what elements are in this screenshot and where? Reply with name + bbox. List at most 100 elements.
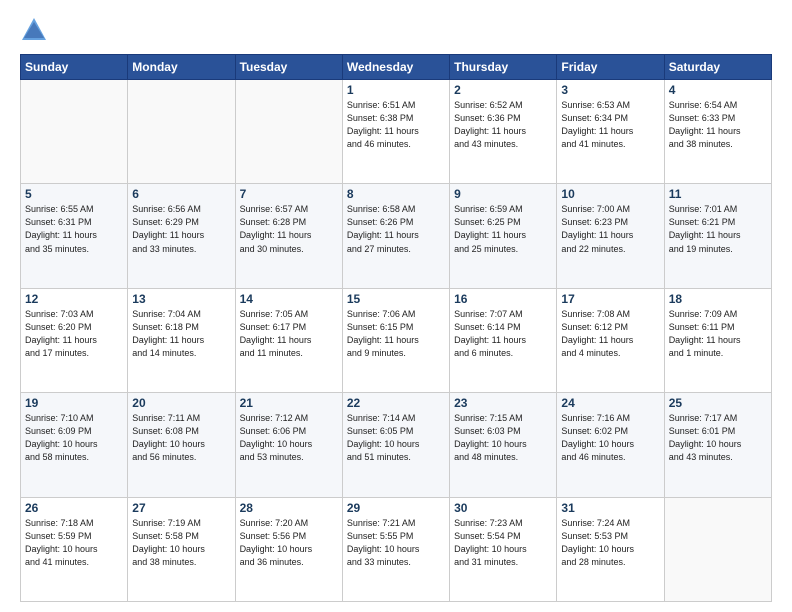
- calendar-header-sunday: Sunday: [21, 55, 128, 80]
- calendar-cell: 19 Sunrise: 7:10 AM Sunset: 6:09 PM Dayli…: [21, 393, 128, 497]
- calendar-cell: [128, 80, 235, 184]
- day-number: 21: [240, 396, 338, 410]
- day-info: Sunrise: 7:24 AM Sunset: 5:53 PM Dayligh…: [561, 517, 659, 569]
- calendar-cell: 20 Sunrise: 7:11 AM Sunset: 6:08 PM Dayli…: [128, 393, 235, 497]
- day-number: 26: [25, 501, 123, 515]
- day-info: Sunrise: 6:51 AM Sunset: 6:38 PM Dayligh…: [347, 99, 445, 151]
- calendar-cell: 28 Sunrise: 7:20 AM Sunset: 5:56 PM Dayli…: [235, 497, 342, 601]
- day-info: Sunrise: 6:58 AM Sunset: 6:26 PM Dayligh…: [347, 203, 445, 255]
- logo: [20, 16, 52, 44]
- calendar-cell: 25 Sunrise: 7:17 AM Sunset: 6:01 PM Dayli…: [664, 393, 771, 497]
- calendar-cell: 8 Sunrise: 6:58 AM Sunset: 6:26 PM Daylig…: [342, 184, 449, 288]
- calendar-header-tuesday: Tuesday: [235, 55, 342, 80]
- day-number: 28: [240, 501, 338, 515]
- day-number: 18: [669, 292, 767, 306]
- calendar-header-saturday: Saturday: [664, 55, 771, 80]
- day-number: 17: [561, 292, 659, 306]
- calendar-cell: 29 Sunrise: 7:21 AM Sunset: 5:55 PM Dayli…: [342, 497, 449, 601]
- calendar-week-4: 19 Sunrise: 7:10 AM Sunset: 6:09 PM Dayli…: [21, 393, 772, 497]
- day-info: Sunrise: 7:03 AM Sunset: 6:20 PM Dayligh…: [25, 308, 123, 360]
- calendar-cell: 26 Sunrise: 7:18 AM Sunset: 5:59 PM Dayli…: [21, 497, 128, 601]
- day-info: Sunrise: 7:20 AM Sunset: 5:56 PM Dayligh…: [240, 517, 338, 569]
- day-info: Sunrise: 7:23 AM Sunset: 5:54 PM Dayligh…: [454, 517, 552, 569]
- day-number: 2: [454, 83, 552, 97]
- day-number: 25: [669, 396, 767, 410]
- calendar-cell: 12Sunrise: 7:03 AM Sunset: 6:20 PM Dayli…: [21, 288, 128, 392]
- day-info: Sunrise: 7:15 AM Sunset: 6:03 PM Dayligh…: [454, 412, 552, 464]
- day-number: 22: [347, 396, 445, 410]
- day-number: 1: [347, 83, 445, 97]
- calendar-cell: 24Sunrise: 7:16 AM Sunset: 6:02 PM Dayli…: [557, 393, 664, 497]
- calendar: SundayMondayTuesdayWednesdayThursdayFrid…: [20, 54, 772, 602]
- calendar-cell: 11Sunrise: 7:01 AM Sunset: 6:21 PM Dayli…: [664, 184, 771, 288]
- day-info: Sunrise: 7:11 AM Sunset: 6:08 PM Dayligh…: [132, 412, 230, 464]
- calendar-header-friday: Friday: [557, 55, 664, 80]
- day-info: Sunrise: 7:05 AM Sunset: 6:17 PM Dayligh…: [240, 308, 338, 360]
- calendar-cell: 15 Sunrise: 7:06 AM Sunset: 6:15 PM Dayli…: [342, 288, 449, 392]
- calendar-cell: 14 Sunrise: 7:05 AM Sunset: 6:17 PM Dayli…: [235, 288, 342, 392]
- calendar-cell: 23 Sunrise: 7:15 AM Sunset: 6:03 PM Dayli…: [450, 393, 557, 497]
- day-info: Sunrise: 7:21 AM Sunset: 5:55 PM Dayligh…: [347, 517, 445, 569]
- logo-icon: [20, 16, 48, 44]
- day-number: 30: [454, 501, 552, 515]
- page: SundayMondayTuesdayWednesdayThursdayFrid…: [0, 0, 792, 612]
- day-number: 8: [347, 187, 445, 201]
- calendar-header-row: SundayMondayTuesdayWednesdayThursdayFrid…: [21, 55, 772, 80]
- day-number: 19: [25, 396, 123, 410]
- calendar-cell: 27 Sunrise: 7:19 AM Sunset: 5:58 PM Dayli…: [128, 497, 235, 601]
- day-number: 4: [669, 83, 767, 97]
- calendar-cell: 16Sunrise: 7:07 AM Sunset: 6:14 PM Dayli…: [450, 288, 557, 392]
- calendar-cell: 10 Sunrise: 7:00 AM Sunset: 6:23 PM Dayli…: [557, 184, 664, 288]
- day-info: Sunrise: 7:17 AM Sunset: 6:01 PM Dayligh…: [669, 412, 767, 464]
- day-info: Sunrise: 7:08 AM Sunset: 6:12 PM Dayligh…: [561, 308, 659, 360]
- calendar-week-2: 5 Sunrise: 6:55 AM Sunset: 6:31 PM Daylig…: [21, 184, 772, 288]
- day-number: 31: [561, 501, 659, 515]
- header: [20, 16, 772, 44]
- calendar-cell: 21 Sunrise: 7:12 AM Sunset: 6:06 PM Dayli…: [235, 393, 342, 497]
- day-info: Sunrise: 6:52 AM Sunset: 6:36 PM Dayligh…: [454, 99, 552, 151]
- calendar-cell: 7 Sunrise: 6:57 AM Sunset: 6:28 PM Daylig…: [235, 184, 342, 288]
- day-info: Sunrise: 6:57 AM Sunset: 6:28 PM Dayligh…: [240, 203, 338, 255]
- calendar-header-monday: Monday: [128, 55, 235, 80]
- calendar-cell: 13 Sunrise: 7:04 AM Sunset: 6:18 PM Dayli…: [128, 288, 235, 392]
- calendar-week-1: 1 Sunrise: 6:51 AM Sunset: 6:38 PM Daylig…: [21, 80, 772, 184]
- calendar-cell: 22Sunrise: 7:14 AM Sunset: 6:05 PM Dayli…: [342, 393, 449, 497]
- day-number: 10: [561, 187, 659, 201]
- day-number: 7: [240, 187, 338, 201]
- day-info: Sunrise: 6:53 AM Sunset: 6:34 PM Dayligh…: [561, 99, 659, 151]
- day-number: 3: [561, 83, 659, 97]
- day-info: Sunrise: 7:12 AM Sunset: 6:06 PM Dayligh…: [240, 412, 338, 464]
- calendar-cell: 18 Sunrise: 7:09 AM Sunset: 6:11 PM Dayli…: [664, 288, 771, 392]
- day-number: 23: [454, 396, 552, 410]
- day-number: 6: [132, 187, 230, 201]
- day-info: Sunrise: 6:55 AM Sunset: 6:31 PM Dayligh…: [25, 203, 123, 255]
- day-info: Sunrise: 7:00 AM Sunset: 6:23 PM Dayligh…: [561, 203, 659, 255]
- calendar-cell: 4Sunrise: 6:54 AM Sunset: 6:33 PM Daylig…: [664, 80, 771, 184]
- calendar-cell: [235, 80, 342, 184]
- calendar-cell: 5 Sunrise: 6:55 AM Sunset: 6:31 PM Daylig…: [21, 184, 128, 288]
- day-info: Sunrise: 7:19 AM Sunset: 5:58 PM Dayligh…: [132, 517, 230, 569]
- day-number: 13: [132, 292, 230, 306]
- day-info: Sunrise: 7:09 AM Sunset: 6:11 PM Dayligh…: [669, 308, 767, 360]
- day-info: Sunrise: 7:04 AM Sunset: 6:18 PM Dayligh…: [132, 308, 230, 360]
- day-number: 16: [454, 292, 552, 306]
- day-number: 29: [347, 501, 445, 515]
- day-info: Sunrise: 7:10 AM Sunset: 6:09 PM Dayligh…: [25, 412, 123, 464]
- day-number: 27: [132, 501, 230, 515]
- calendar-cell: 17 Sunrise: 7:08 AM Sunset: 6:12 PM Dayli…: [557, 288, 664, 392]
- calendar-cell: 31 Sunrise: 7:24 AM Sunset: 5:53 PM Dayli…: [557, 497, 664, 601]
- day-number: 5: [25, 187, 123, 201]
- calendar-header-wednesday: Wednesday: [342, 55, 449, 80]
- calendar-cell: 6Sunrise: 6:56 AM Sunset: 6:29 PM Daylig…: [128, 184, 235, 288]
- day-number: 11: [669, 187, 767, 201]
- day-info: Sunrise: 7:06 AM Sunset: 6:15 PM Dayligh…: [347, 308, 445, 360]
- calendar-week-3: 12Sunrise: 7:03 AM Sunset: 6:20 PM Dayli…: [21, 288, 772, 392]
- day-number: 20: [132, 396, 230, 410]
- day-number: 9: [454, 187, 552, 201]
- day-number: 24: [561, 396, 659, 410]
- calendar-cell: 3 Sunrise: 6:53 AM Sunset: 6:34 PM Daylig…: [557, 80, 664, 184]
- day-info: Sunrise: 7:18 AM Sunset: 5:59 PM Dayligh…: [25, 517, 123, 569]
- calendar-cell: [21, 80, 128, 184]
- day-number: 15: [347, 292, 445, 306]
- day-number: 14: [240, 292, 338, 306]
